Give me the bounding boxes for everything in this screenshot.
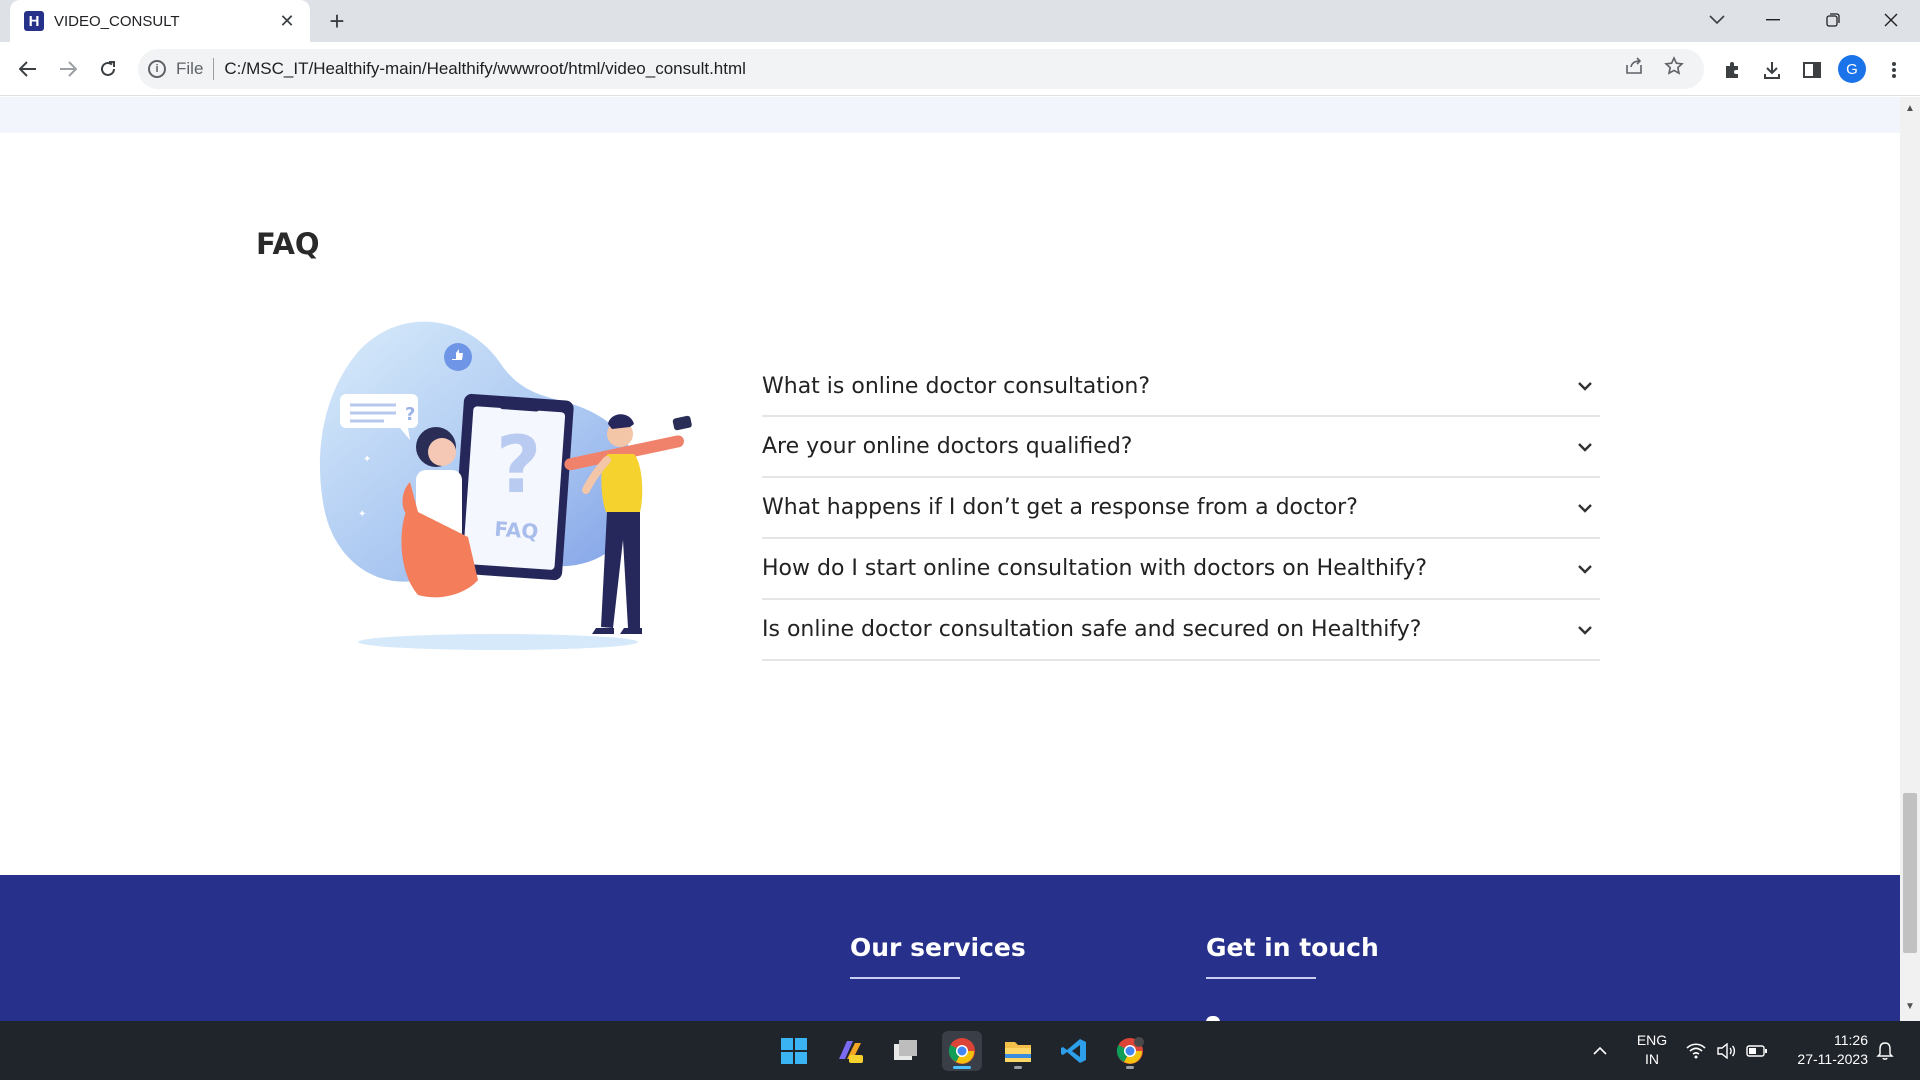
page-scrollbar[interactable]: ▲ ▼: [1900, 97, 1920, 1021]
svg-text:✦: ✦: [363, 454, 371, 465]
side-panel-icon[interactable]: [1798, 56, 1826, 84]
faq-illustration: ? ? FAQ ✦ ✦ ✦ +: [319, 321, 692, 650]
svg-text:+: +: [653, 405, 658, 414]
close-window-icon[interactable]: [1864, 0, 1918, 40]
tab-close-icon[interactable]: ✕: [276, 10, 298, 32]
faq-item[interactable]: Is online doctor consultation safe and s…: [762, 600, 1600, 661]
windows-start-icon[interactable]: [774, 1031, 814, 1071]
clock-time: 11:26: [1834, 1032, 1868, 1048]
svg-text:✦: ✦: [358, 509, 366, 520]
browser-toolbar: i File C:/MSC_IT/Healthify-main/Healthif…: [0, 42, 1920, 96]
ground-shadow: [358, 634, 638, 650]
minimize-icon[interactable]: [1746, 0, 1800, 40]
footer-services-heading: Our services: [850, 933, 1026, 962]
faq-question[interactable]: Are your online doctors qualified?: [762, 434, 1132, 459]
tab-search-icon[interactable]: [1690, 0, 1744, 40]
svg-text:?: ?: [405, 404, 415, 425]
tab-title: VIDEO_CONSULT: [54, 12, 180, 30]
faq-question[interactable]: What happens if I don’t get a response f…: [762, 495, 1358, 520]
input-language[interactable]: ENG IN: [1632, 1031, 1672, 1069]
tray-overflow-icon[interactable]: [1592, 1021, 1608, 1080]
browser-tab[interactable]: H VIDEO_CONSULT ✕: [10, 0, 310, 42]
footer-contact-heading: Get in touch: [1206, 933, 1379, 962]
site-info-icon[interactable]: i: [148, 60, 166, 78]
faq-question[interactable]: How do I start online consultation with …: [762, 556, 1427, 581]
svg-text:✦: ✦: [648, 484, 656, 495]
page-viewport: FAQ ? ? FAQ ✦ ✦ ✦ + What is online docto…: [0, 97, 1900, 1021]
bookmark-star-icon[interactable]: [1664, 56, 1684, 82]
faq-item[interactable]: How do I start online consultation with …: [762, 539, 1600, 600]
copilot-icon[interactable]: [830, 1031, 870, 1071]
chevron-down-icon[interactable]: [1576, 621, 1594, 639]
url-text[interactable]: C:/MSC_IT/Healthify-main/Healthify/wwwro…: [224, 59, 746, 79]
previous-section-band: [0, 97, 1900, 133]
contact-underline: [1206, 977, 1316, 979]
illustration-faq-label: FAQ: [494, 517, 539, 544]
menu-kebab-icon[interactable]: [1880, 56, 1908, 84]
chrome-canary-icon[interactable]: [1110, 1031, 1150, 1071]
chevron-down-icon[interactable]: [1576, 377, 1594, 395]
svg-text:?: ?: [496, 421, 541, 511]
chevron-down-icon[interactable]: [1576, 499, 1594, 517]
download-icon[interactable]: [1758, 56, 1786, 84]
chevron-down-icon[interactable]: [1576, 560, 1594, 578]
volume-icon[interactable]: [1716, 1021, 1736, 1080]
faq-item[interactable]: What happens if I don’t get a response f…: [762, 478, 1600, 539]
clock-date: 27-11-2023: [1797, 1051, 1868, 1067]
chrome-icon[interactable]: [942, 1031, 982, 1071]
share-icon[interactable]: [1624, 56, 1644, 82]
vscode-icon[interactable]: [1054, 1031, 1094, 1071]
faq-item[interactable]: Are your online doctors qualified?: [762, 417, 1600, 478]
tab-strip: H VIDEO_CONSULT ✕ +: [0, 0, 1920, 42]
healthify-favicon-icon: H: [24, 11, 44, 31]
battery-icon[interactable]: [1746, 1021, 1768, 1080]
chevron-down-icon[interactable]: [1576, 438, 1594, 456]
faq-item[interactable]: What is online doctor consultation?: [762, 357, 1600, 417]
task-view-icon[interactable]: [886, 1031, 926, 1071]
file-explorer-icon[interactable]: [998, 1031, 1038, 1071]
faq-question[interactable]: Is online doctor consultation safe and s…: [762, 617, 1421, 642]
wifi-icon[interactable]: [1686, 1021, 1706, 1080]
extensions-icon[interactable]: [1718, 56, 1746, 84]
windows-taskbar: ENG IN 11:26 27-11-2023: [0, 1021, 1920, 1080]
profile-avatar[interactable]: G: [1838, 55, 1866, 83]
notification-bell-icon[interactable]: [1876, 1021, 1894, 1080]
address-bar[interactable]: i File C:/MSC_IT/Healthify-main/Healthif…: [138, 49, 1704, 89]
system-clock[interactable]: 11:26 27-11-2023: [1780, 1031, 1868, 1069]
forward-arrow-icon[interactable]: [52, 53, 84, 85]
site-footer: Our services Get in touch: [0, 875, 1900, 1021]
faq-question[interactable]: What is online doctor consultation?: [762, 374, 1150, 399]
reload-icon[interactable]: [92, 53, 124, 85]
services-underline: [850, 977, 960, 979]
scrollbar-thumb[interactable]: [1903, 793, 1917, 953]
back-arrow-icon[interactable]: [12, 53, 44, 85]
restore-icon[interactable]: [1806, 0, 1860, 40]
lang-code: ENG: [1636, 1032, 1668, 1048]
faq-heading: FAQ: [256, 227, 320, 261]
faq-accordion: What is online doctor consultation? Are …: [762, 357, 1600, 661]
region-code: IN: [1645, 1051, 1659, 1067]
scroll-up-arrow-icon[interactable]: ▲: [1904, 103, 1916, 115]
scroll-down-arrow-icon[interactable]: ▼: [1904, 1001, 1916, 1013]
address-divider: [213, 58, 215, 80]
new-tab-button[interactable]: +: [322, 6, 352, 36]
scheme-label: File: [176, 59, 204, 78]
